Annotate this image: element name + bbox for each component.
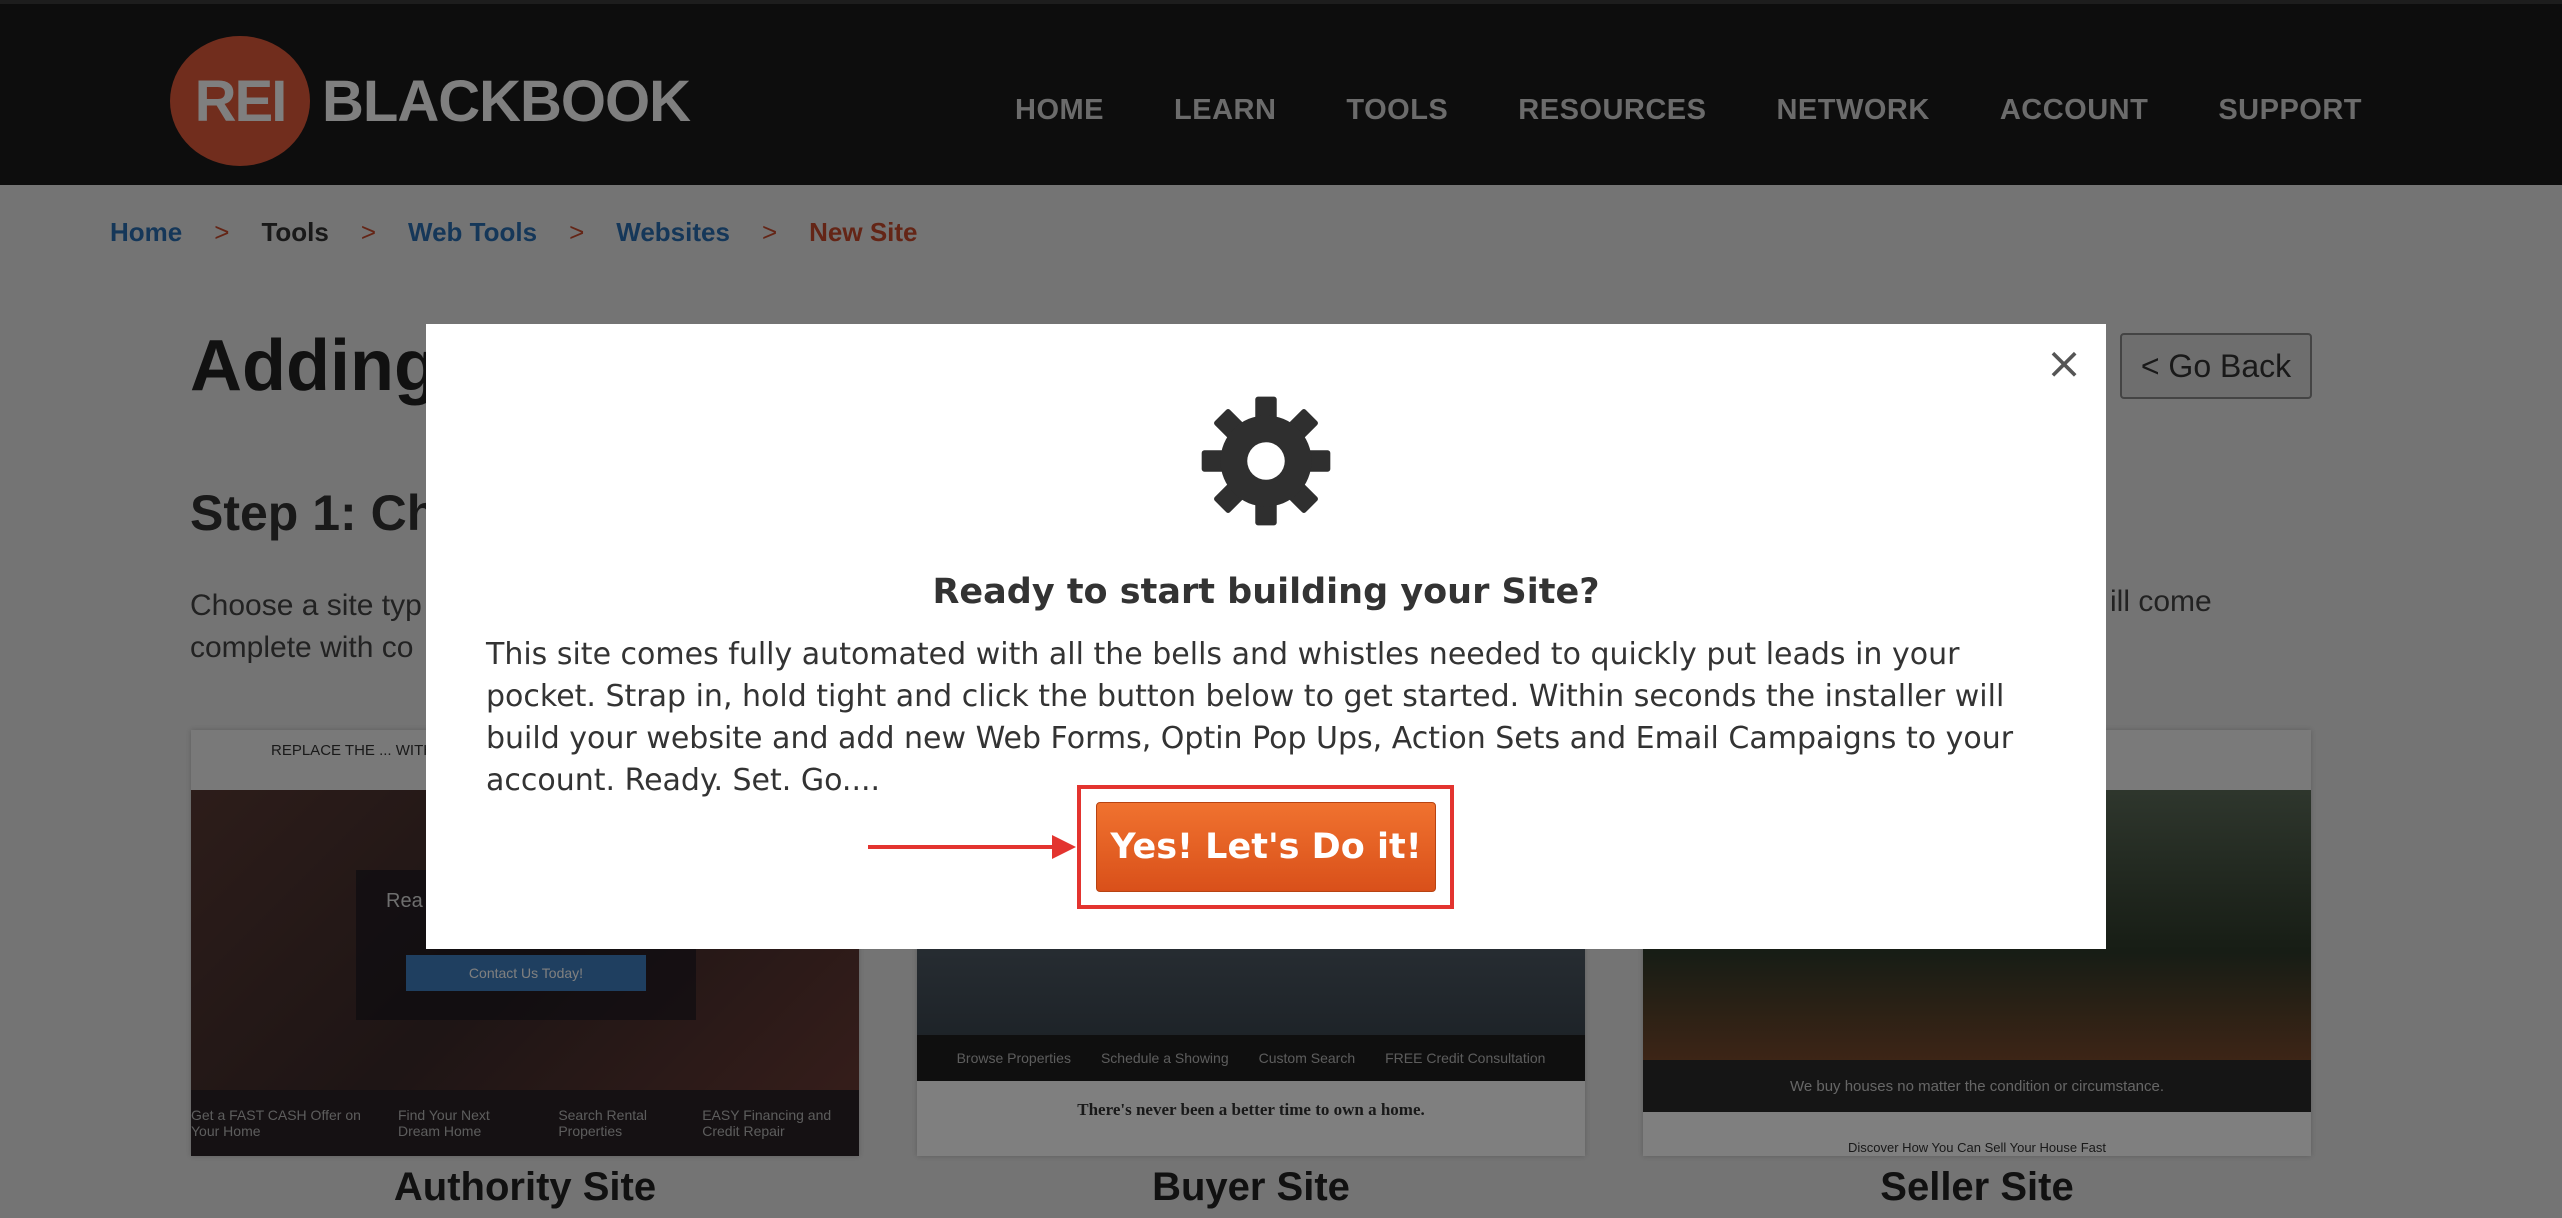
arrow-right-icon (868, 835, 1076, 859)
install-site-button[interactable]: Yes! Let's Do it! (1096, 802, 1436, 892)
gear-icon (1201, 396, 1331, 526)
install-site-modal: × Ready to start building your Site? Thi… (426, 324, 2106, 949)
modal-title: Ready to start building your Site? (932, 572, 1600, 612)
close-icon[interactable]: × (2044, 342, 2084, 386)
modal-description: This site comes fully automated with all… (486, 637, 2014, 798)
